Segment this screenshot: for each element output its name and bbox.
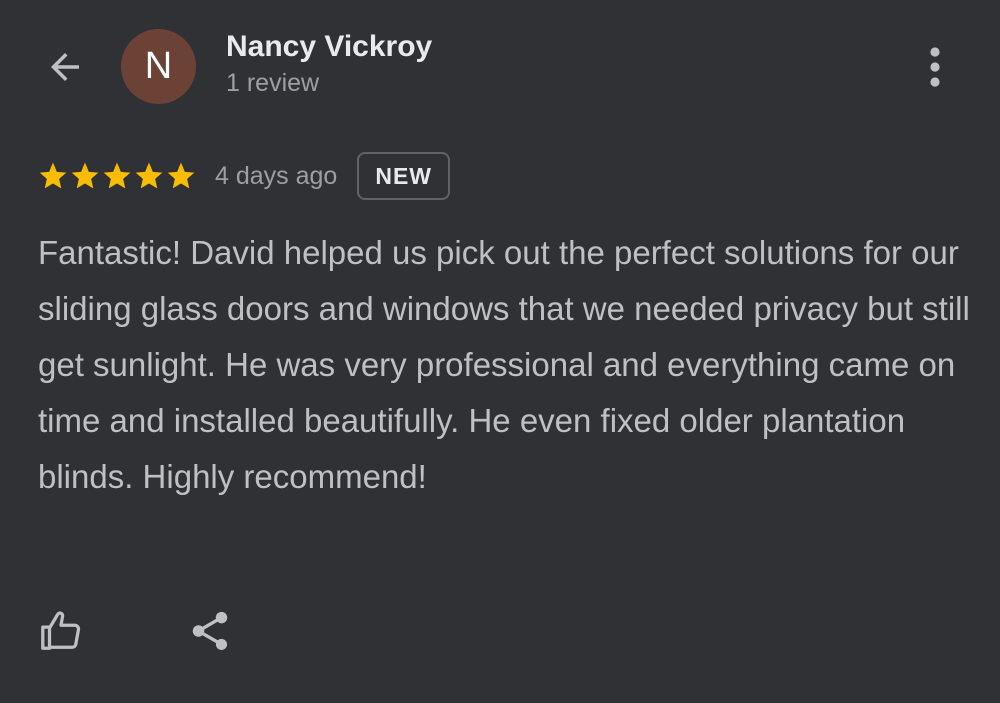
review-count: 1 review [226, 69, 320, 97]
star-icon [103, 162, 131, 189]
star-icon [135, 162, 163, 189]
star-icon [71, 162, 99, 189]
more-vert-icon [930, 47, 940, 87]
arrow-back-icon [51, 53, 79, 81]
reviewer-name[interactable]: Nancy Vickroy [226, 30, 432, 64]
star-icon [167, 162, 195, 189]
star-icon [39, 162, 67, 189]
review-time: 4 days ago [215, 161, 338, 190]
thumb-up-icon [41, 611, 81, 650]
share-button[interactable] [182, 603, 238, 659]
avatar[interactable]: N [121, 29, 196, 104]
share-icon [192, 611, 228, 651]
rating-row: 4 days ago NEW [37, 150, 450, 202]
avatar-initial: N [144, 45, 173, 87]
back-button[interactable] [38, 40, 92, 94]
star-rating [37, 160, 197, 192]
like-button[interactable] [33, 603, 89, 659]
more-options-button[interactable] [908, 40, 962, 94]
new-badge: NEW [357, 152, 450, 200]
review-text: Fantastic! David helped us pick out the … [38, 234, 970, 495]
